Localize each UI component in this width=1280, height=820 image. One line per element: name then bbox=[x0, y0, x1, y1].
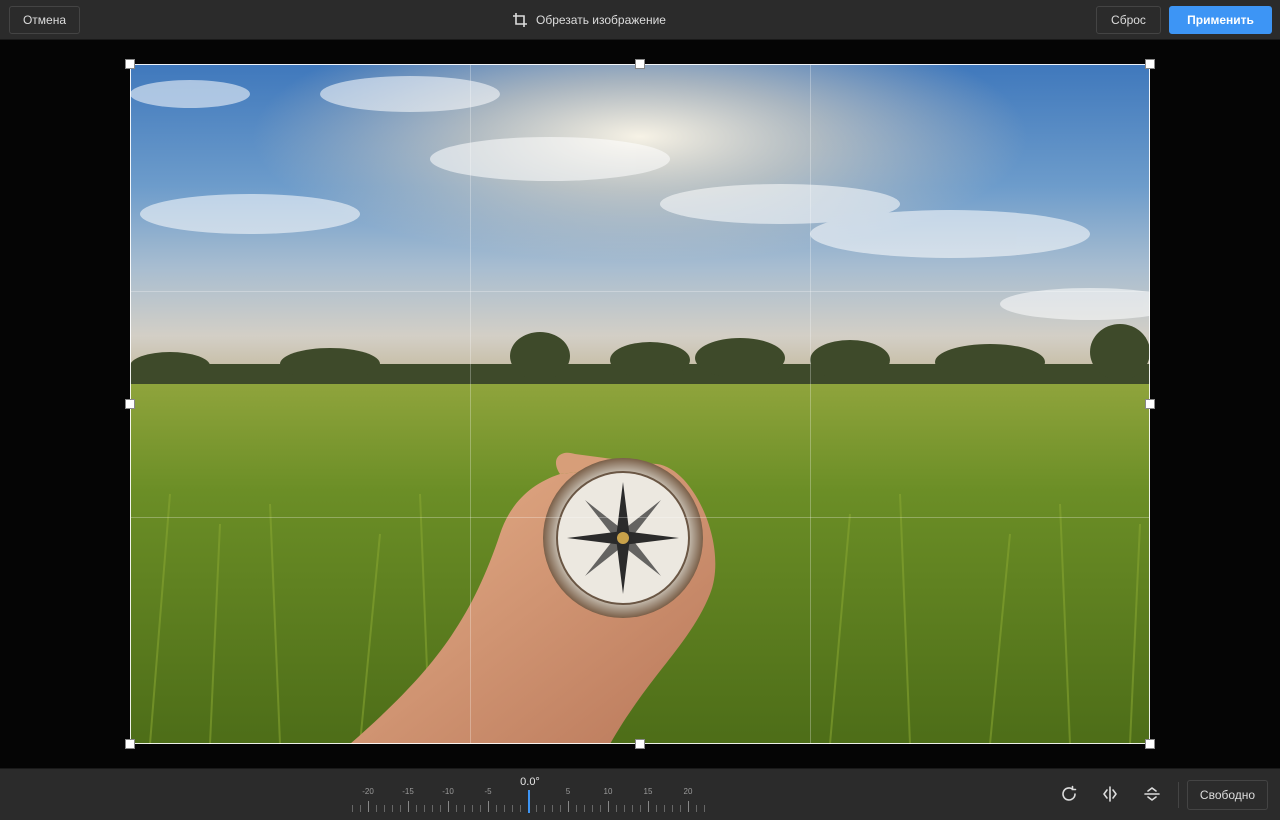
crop-handle-left[interactable] bbox=[125, 399, 135, 409]
dial-tick-label: -20 bbox=[362, 787, 374, 796]
dial-tick-label: 10 bbox=[603, 787, 613, 796]
rotation-dial[interactable]: 0.0° -20 -15 -10 -5 5 10 15 20 bbox=[350, 769, 710, 820]
dial-tick bbox=[568, 801, 569, 812]
reset-button[interactable]: Сброс bbox=[1096, 6, 1161, 34]
dial-tick bbox=[376, 805, 377, 812]
dial-tick bbox=[424, 805, 425, 812]
page-title: Обрезать изображение bbox=[512, 11, 666, 29]
dial-tick bbox=[408, 801, 409, 812]
cancel-button[interactable]: Отмена bbox=[9, 6, 80, 34]
dial-tick bbox=[576, 805, 577, 812]
flip-horizontal-icon[interactable] bbox=[1099, 783, 1121, 805]
apply-button[interactable]: Применить bbox=[1169, 6, 1272, 34]
dial-tick bbox=[496, 805, 497, 812]
dial-tick bbox=[536, 805, 537, 812]
dial-tick bbox=[360, 805, 361, 812]
grid-line bbox=[131, 517, 1149, 518]
crop-handle-bottom-left[interactable] bbox=[125, 739, 135, 749]
dial-tick bbox=[456, 805, 457, 812]
grid-line bbox=[470, 65, 471, 743]
dial-tick bbox=[608, 801, 609, 812]
dial-tick bbox=[656, 805, 657, 812]
dial-tick-label: 5 bbox=[565, 787, 571, 796]
dial-tick bbox=[648, 801, 649, 812]
dial-tick bbox=[680, 805, 681, 812]
dial-tick bbox=[440, 805, 441, 812]
dial-tick bbox=[544, 805, 545, 812]
dial-tick bbox=[512, 805, 513, 812]
dial-tick bbox=[640, 805, 641, 812]
bottom-toolbar: 0.0° -20 -15 -10 -5 5 10 15 20 Свободно bbox=[0, 768, 1280, 820]
crop-handle-right[interactable] bbox=[1145, 399, 1155, 409]
dial-tick-label: 20 bbox=[683, 787, 693, 796]
grid-line bbox=[131, 291, 1149, 292]
rotate-clockwise-icon[interactable] bbox=[1058, 783, 1080, 805]
crop-icon bbox=[512, 12, 528, 28]
dial-tick bbox=[704, 805, 705, 812]
dial-tick bbox=[584, 805, 585, 812]
crop-frame[interactable] bbox=[130, 64, 1150, 744]
dial-tick bbox=[592, 805, 593, 812]
dial-tick bbox=[392, 805, 393, 812]
dial-tick bbox=[384, 805, 385, 812]
grid-line bbox=[810, 65, 811, 743]
dial-tick bbox=[688, 801, 689, 812]
crop-handle-top-left[interactable] bbox=[125, 59, 135, 69]
dial-tick bbox=[664, 805, 665, 812]
crop-handle-top-right[interactable] bbox=[1145, 59, 1155, 69]
dial-tick bbox=[368, 801, 369, 812]
rotation-value: 0.0° bbox=[520, 776, 540, 788]
crop-handle-bottom-right[interactable] bbox=[1145, 739, 1155, 749]
top-toolbar: Отмена Обрезать изображение Сброс Примен… bbox=[0, 0, 1280, 40]
dial-tick-label: 15 bbox=[643, 787, 653, 796]
dial-tick bbox=[480, 805, 481, 812]
dial-tick bbox=[632, 805, 633, 812]
crop-handle-bottom[interactable] bbox=[635, 739, 645, 749]
dial-tick-label: -10 bbox=[442, 787, 454, 796]
dial-tick bbox=[520, 805, 521, 812]
dial-tick-label: -15 bbox=[402, 787, 414, 796]
dial-tick bbox=[352, 805, 353, 812]
flip-vertical-icon[interactable] bbox=[1141, 783, 1163, 805]
dial-tick bbox=[600, 805, 601, 812]
dial-tick bbox=[504, 805, 505, 812]
dial-tick bbox=[552, 805, 553, 812]
crop-handle-top[interactable] bbox=[635, 59, 645, 69]
page-title-text: Обрезать изображение bbox=[536, 13, 666, 27]
dial-tick bbox=[416, 805, 417, 812]
rotation-indicator bbox=[528, 790, 530, 813]
dial-tick bbox=[472, 805, 473, 812]
dial-tick bbox=[488, 801, 489, 812]
dial-tick bbox=[464, 805, 465, 812]
dial-tick bbox=[672, 805, 673, 812]
dial-tick bbox=[624, 805, 625, 812]
dial-tick bbox=[432, 805, 433, 812]
toolbar-divider bbox=[1178, 782, 1179, 808]
dial-tick bbox=[448, 801, 449, 812]
dial-tick bbox=[560, 805, 561, 812]
dial-tick bbox=[696, 805, 697, 812]
dial-tick bbox=[616, 805, 617, 812]
aspect-ratio-button[interactable]: Свободно bbox=[1187, 780, 1268, 810]
dial-tick bbox=[400, 805, 401, 812]
dial-tick-label: -5 bbox=[484, 787, 492, 796]
